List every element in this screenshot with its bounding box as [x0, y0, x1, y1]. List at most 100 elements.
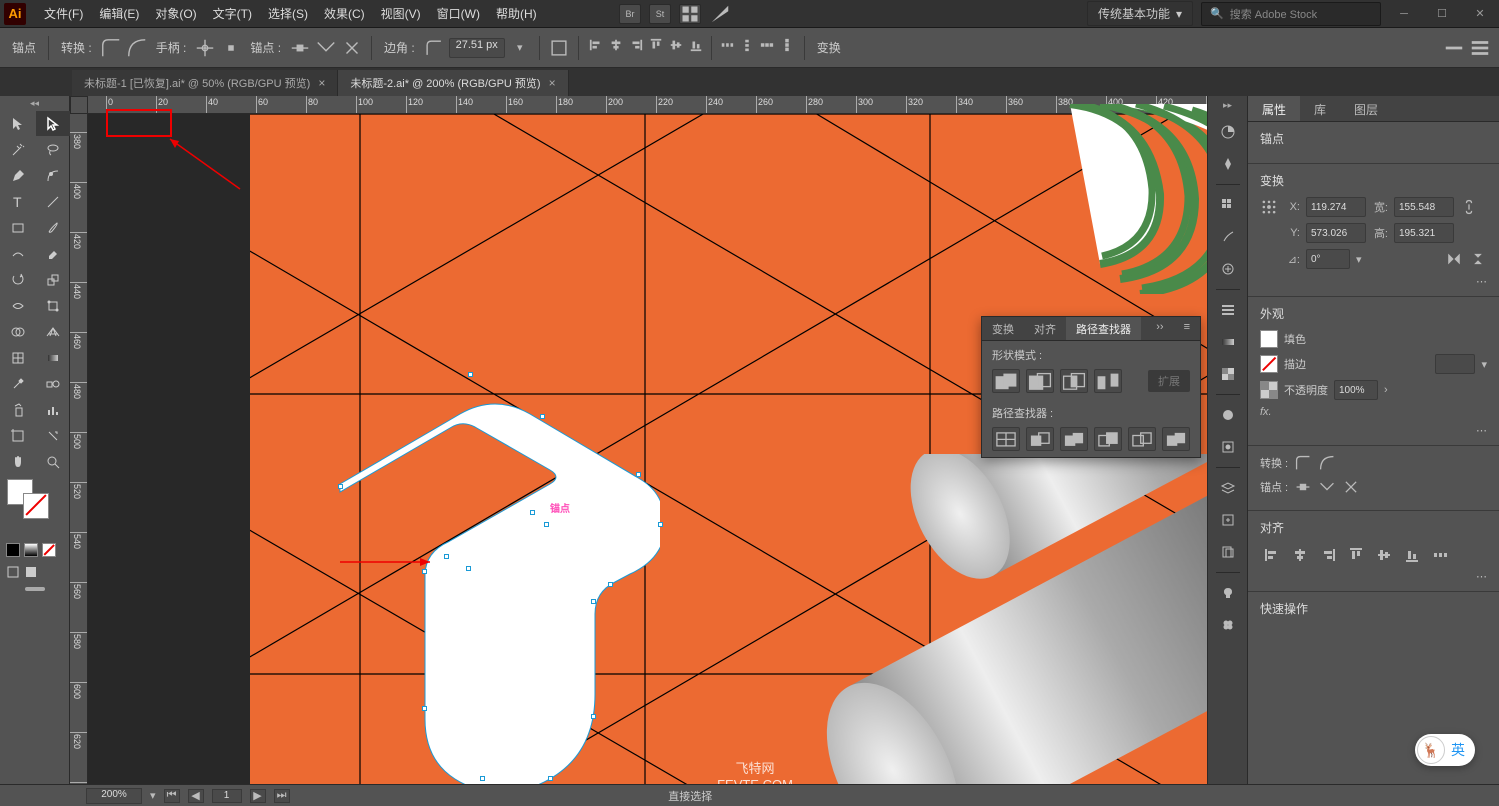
brushes-icon[interactable] — [1216, 225, 1240, 249]
white-u-shape[interactable] — [330, 364, 660, 784]
rectangle-tool[interactable] — [1, 215, 35, 240]
next-artboard-btn[interactable]: ▶ — [250, 789, 266, 803]
anchor-point[interactable] — [658, 522, 663, 527]
pf-tab-pathfinder[interactable]: 路径查找器 — [1066, 317, 1141, 340]
symbols-icon[interactable] — [1216, 257, 1240, 281]
menu-item[interactable]: 帮助(H) — [488, 0, 545, 27]
anchor-point-selected[interactable] — [530, 510, 535, 515]
graphic-styles-icon[interactable] — [1216, 435, 1240, 459]
align-more[interactable]: ⋯ — [1476, 571, 1487, 583]
anchor-point[interactable] — [636, 472, 641, 477]
layers-tab[interactable]: 图层 — [1340, 96, 1392, 121]
convert-smooth-icon[interactable] — [1318, 454, 1336, 472]
anchor-point[interactable] — [591, 599, 596, 604]
pf-menu-btn[interactable]: ≡ — [1174, 317, 1200, 340]
ctrlbar-settings-btn[interactable] — [1443, 37, 1465, 59]
ctrlbar-menu-btn[interactable] — [1469, 37, 1491, 59]
divide-btn[interactable] — [992, 427, 1020, 451]
exclude-btn[interactable] — [1094, 369, 1122, 393]
lasso-tool[interactable] — [36, 137, 70, 162]
color-mode-btn[interactable] — [6, 543, 20, 557]
pp-dist-h-btn[interactable] — [1428, 544, 1452, 566]
isolate-btn[interactable] — [548, 37, 570, 59]
convert-corner-icon[interactable] — [1294, 454, 1312, 472]
handle-show-btn[interactable] — [194, 37, 216, 59]
selection-tool[interactable] — [1, 111, 35, 136]
pp-align-top-btn[interactable] — [1344, 544, 1368, 566]
arrange-icon[interactable] — [679, 4, 701, 24]
corner-menu-btn[interactable]: ▾ — [509, 37, 531, 59]
trim-btn[interactable] — [1026, 427, 1054, 451]
align-hcenter-btn[interactable] — [607, 36, 625, 54]
pathfinder-panel[interactable]: 变换 对齐 路径查找器 ›› ≡ 形状模式 : 扩展 路径查找器 : — [981, 316, 1201, 458]
merge-btn[interactable] — [1060, 427, 1088, 451]
menu-item[interactable]: 选择(S) — [260, 0, 316, 27]
line-tool[interactable] — [36, 189, 70, 214]
transform-more[interactable]: ⋯ — [1476, 276, 1487, 288]
appearance-icon[interactable] — [1216, 403, 1240, 427]
convert-smooth-btn[interactable] — [126, 37, 148, 59]
outline-btn[interactable] — [1128, 427, 1156, 451]
pp-align-vcenter-btn[interactable] — [1372, 544, 1396, 566]
intersect-btn[interactable] — [1060, 369, 1088, 393]
gradient-mode-btn[interactable] — [24, 543, 38, 557]
handle-hide-btn[interactable] — [220, 37, 242, 59]
opacity-input[interactable]: 100% — [1334, 380, 1378, 400]
y-input[interactable]: 573.026 — [1306, 223, 1366, 243]
eraser-tool[interactable] — [36, 241, 70, 266]
prev-artboard-btn[interactable]: ◀ — [188, 789, 204, 803]
libraries-tab[interactable]: 库 — [1300, 96, 1340, 121]
stock-search[interactable]: 🔍搜索 Adobe Stock — [1201, 2, 1381, 26]
cut-anchor-icon[interactable] — [1342, 478, 1360, 496]
magic-wand-tool[interactable] — [1, 137, 35, 162]
anchor-cut-btn[interactable] — [341, 37, 363, 59]
gradient-tool[interactable] — [36, 345, 70, 370]
pf-collapse-btn[interactable]: ›› — [1146, 317, 1173, 340]
align-right-btn[interactable] — [627, 36, 645, 54]
zoom-tool[interactable] — [36, 449, 70, 474]
slice-tool[interactable] — [36, 423, 70, 448]
bridge-badge[interactable]: Br — [619, 4, 641, 24]
anchor-point[interactable] — [591, 714, 596, 719]
anchor-point[interactable] — [544, 522, 549, 527]
anchor-point[interactable] — [422, 706, 427, 711]
pp-align-right-btn[interactable] — [1316, 544, 1340, 566]
maximize-btn[interactable]: ☐ — [1427, 5, 1457, 23]
gradient-panel-icon[interactable] — [1216, 330, 1240, 354]
curvature-tool[interactable] — [36, 163, 70, 188]
blend-tool[interactable] — [36, 371, 70, 396]
none-mode-btn[interactable] — [42, 543, 56, 557]
dist-vspace-btn[interactable] — [778, 36, 796, 54]
pp-align-hcenter-btn[interactable] — [1288, 544, 1312, 566]
pp-align-left-btn[interactable] — [1260, 544, 1284, 566]
ruler-origin[interactable] — [70, 96, 88, 114]
anchor-point[interactable] — [466, 566, 471, 571]
screen-mode-full[interactable] — [24, 565, 38, 579]
menu-item[interactable]: 效果(C) — [316, 0, 373, 27]
connect-anchor-icon[interactable] — [1318, 478, 1336, 496]
menu-item[interactable]: 编辑(E) — [91, 0, 147, 27]
libraries-icon[interactable] — [1216, 581, 1240, 605]
corner-radius-input[interactable]: 27.51 px — [449, 38, 505, 58]
stroke-width-input[interactable] — [1435, 354, 1475, 374]
symbol-sprayer-tool[interactable] — [1, 397, 35, 422]
artboard-tool[interactable] — [1, 423, 35, 448]
stroke-color-swatch[interactable] — [1260, 355, 1278, 373]
clover-icon[interactable] — [1216, 613, 1240, 637]
pf-tab-transform[interactable]: 变换 — [982, 317, 1024, 340]
align-bottom-btn[interactable] — [687, 36, 705, 54]
unite-btn[interactable] — [992, 369, 1020, 393]
expand-btn[interactable]: 扩展 — [1148, 370, 1190, 392]
perspective-grid-tool[interactable] — [36, 319, 70, 344]
ruler-vertical[interactable]: 3804004204404604805005205405605806006206… — [70, 114, 88, 784]
anchor-point[interactable] — [338, 484, 343, 489]
hand-tool[interactable] — [1, 449, 35, 474]
dist-v-btn[interactable] — [738, 36, 756, 54]
close-btn[interactable]: ✕ — [1465, 5, 1495, 23]
menu-item[interactable]: 对象(O) — [147, 0, 204, 27]
flip-v-icon[interactable] — [1469, 250, 1487, 268]
dock-expand[interactable]: ▸▸ — [1223, 100, 1232, 112]
minus-front-btn[interactable] — [1026, 369, 1054, 393]
menu-item[interactable]: 窗口(W) — [429, 0, 488, 27]
stock-badge[interactable]: St — [649, 4, 671, 24]
